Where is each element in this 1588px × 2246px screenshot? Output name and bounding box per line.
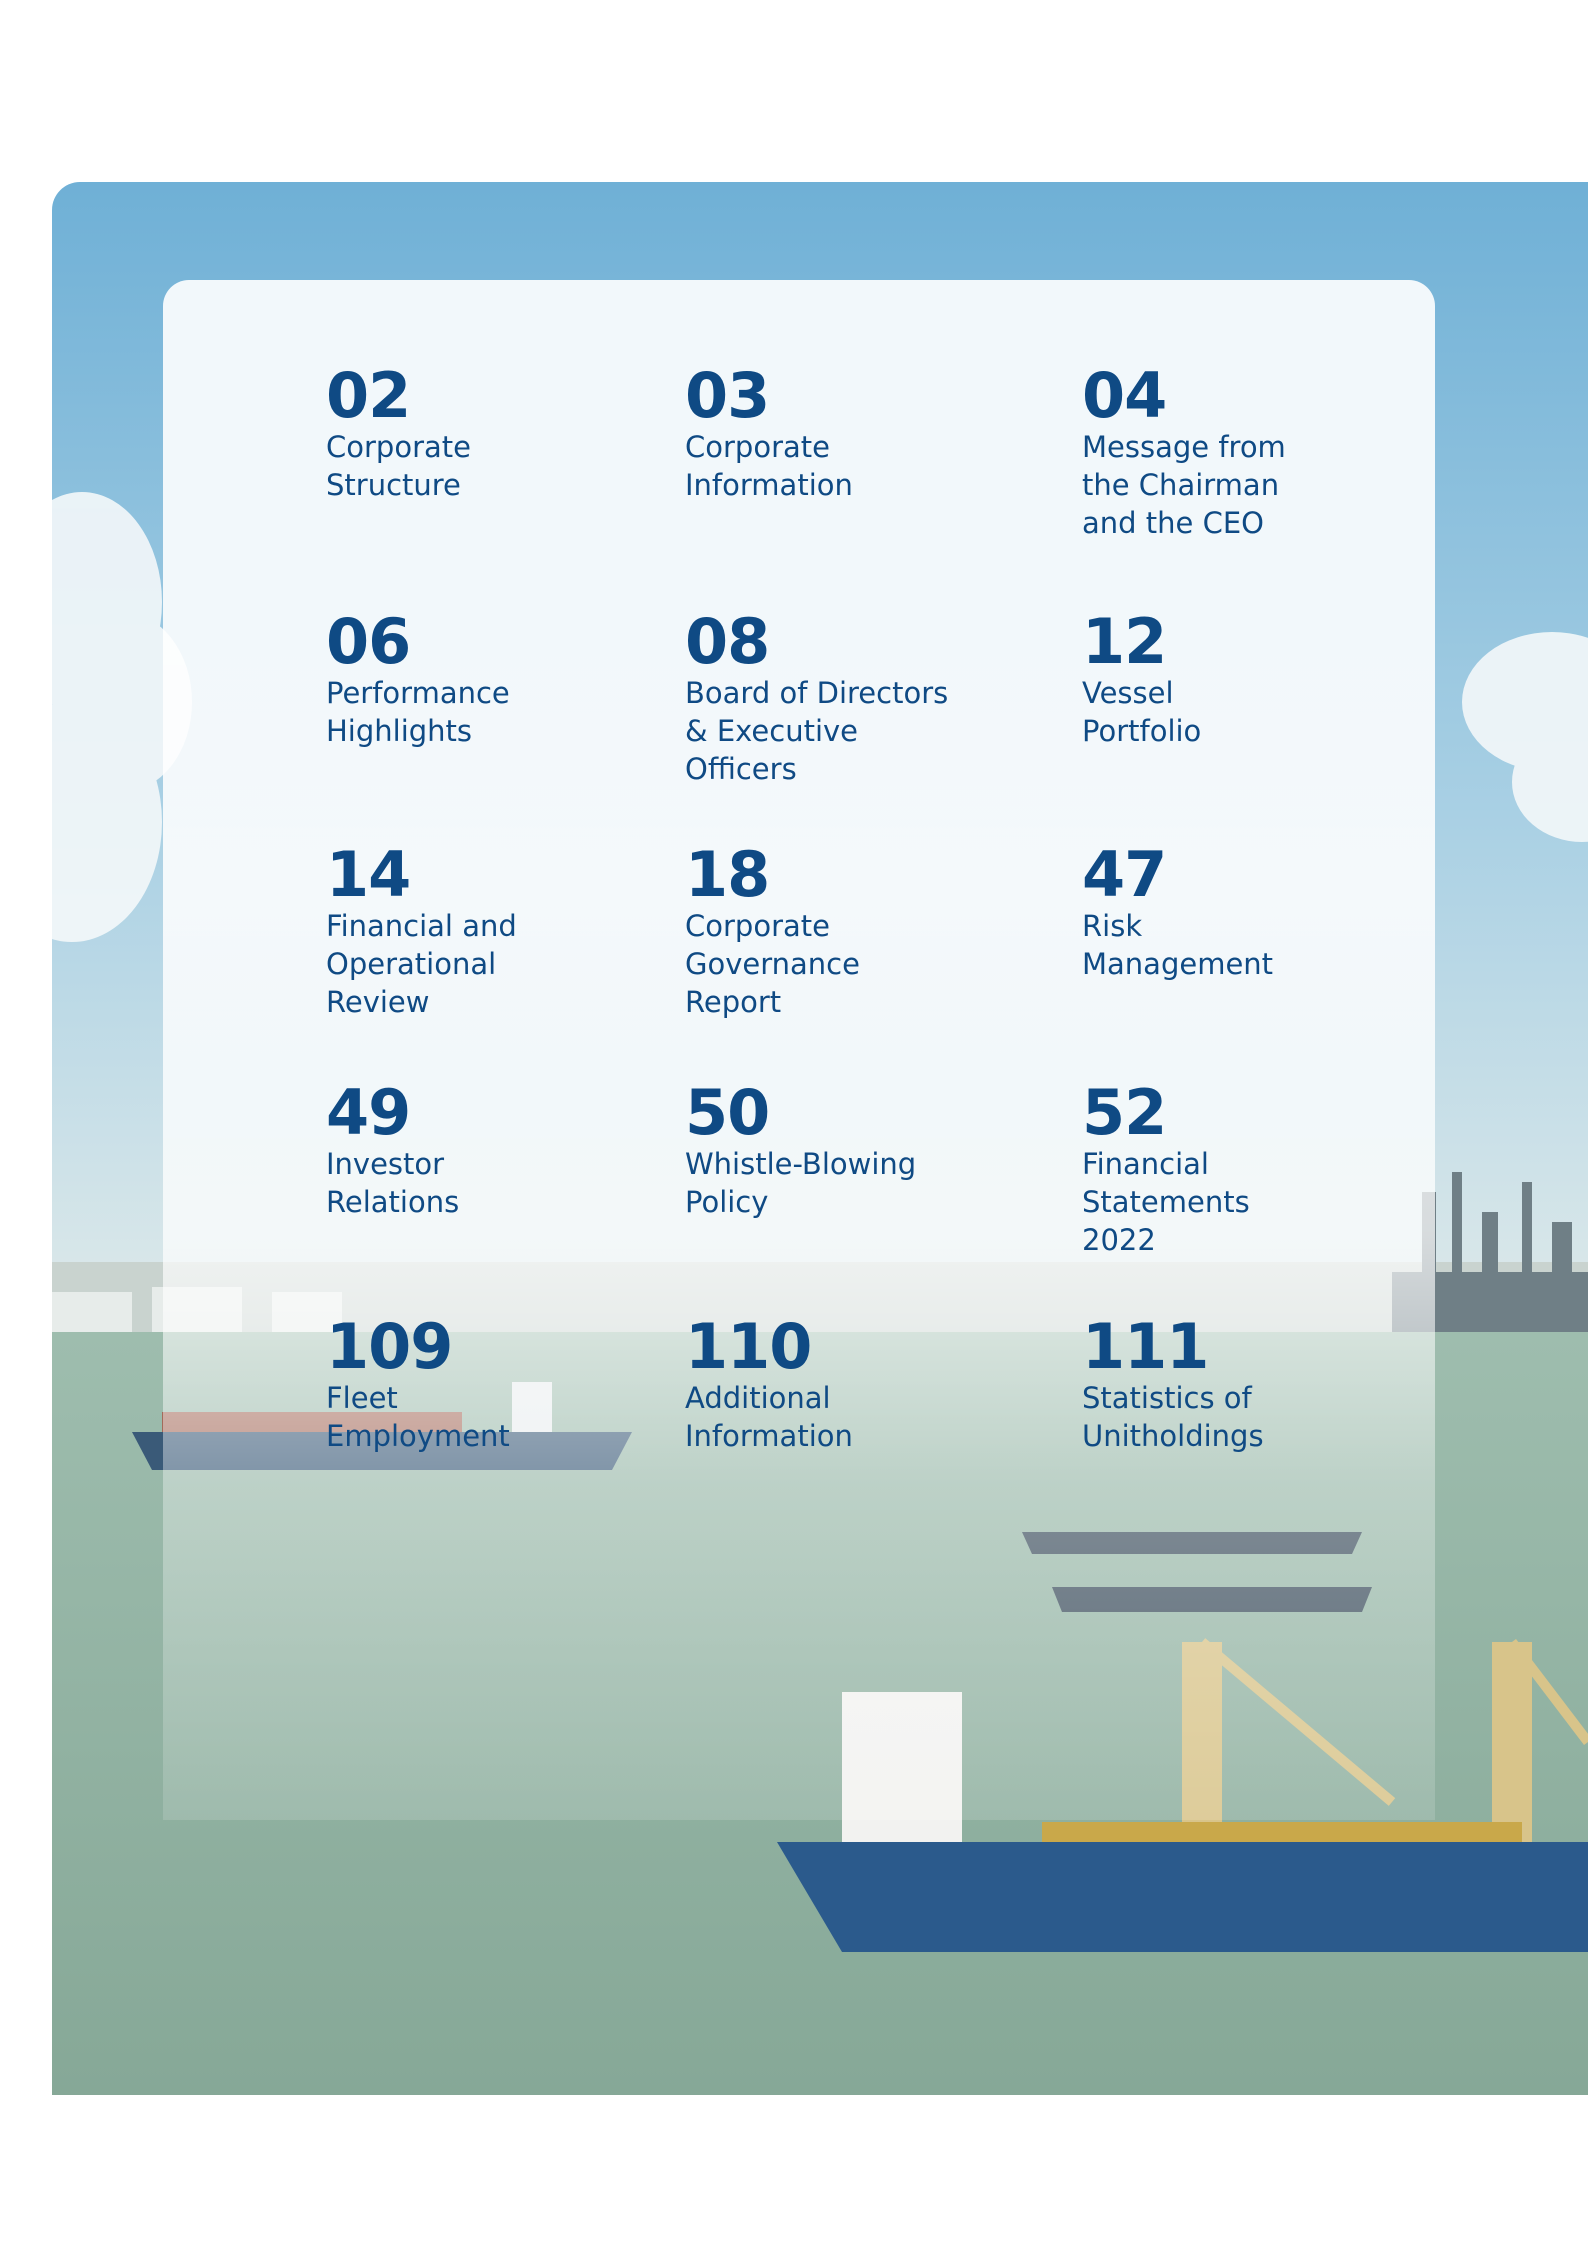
section-title: Fleet Employment [326, 1381, 510, 1453]
page-number: 110 [685, 1310, 812, 1383]
page-number: 50 [685, 1076, 770, 1149]
section-title: Corporate Governance Report [685, 909, 860, 1019]
page-number: 06 [326, 605, 411, 678]
toc-entry-statistics-of-unitholdings[interactable]: 111 Statistics of Unitholdings [1082, 1315, 1264, 1455]
page-number: 49 [326, 1076, 411, 1149]
toc-entry-fleet-employment[interactable]: 109 Fleet Employment [326, 1315, 510, 1455]
toc-entry-whistle-blowing-policy[interactable]: 50 Whistle-Blowing Policy [685, 1081, 916, 1221]
section-title: Vessel Portfolio [1082, 676, 1202, 748]
section-title: Board of Directors & Executive Officers [685, 676, 949, 786]
toc-entry-financial-review[interactable]: 14 Financial and Operational Review [326, 843, 517, 1021]
section-title: Risk Management [1082, 909, 1274, 981]
toc-entry-corporate-information[interactable]: 03 Corporate Information [685, 364, 853, 504]
toc-entry-board-of-directors[interactable]: 08 Board of Directors & Executive Office… [685, 610, 948, 788]
section-title: Investor Relations [326, 1147, 460, 1219]
section-title: Whistle-Blowing Policy [685, 1147, 917, 1219]
page-number: 02 [326, 359, 411, 432]
page-number: 52 [1082, 1076, 1167, 1149]
page-number: 18 [685, 838, 770, 911]
page-number: 47 [1082, 838, 1167, 911]
section-title: Statistics of Unitholdings [1082, 1381, 1264, 1453]
page-number: 111 [1082, 1310, 1209, 1383]
page-number: 08 [685, 605, 770, 678]
toc-entry-corporate-structure[interactable]: 02 Corporate Structure [326, 364, 471, 504]
page-number: 12 [1082, 605, 1167, 678]
page-number: 04 [1082, 359, 1167, 432]
section-title: Message from the Chairman and the CEO [1082, 430, 1286, 540]
toc-entry-chairman-ceo-message[interactable]: 04 Message from the Chairman and the CEO [1082, 364, 1286, 542]
section-title: Corporate Information [685, 430, 853, 502]
toc-entry-financial-statements[interactable]: 52 Financial Statements 2022 [1082, 1081, 1250, 1259]
page-number: 109 [326, 1310, 453, 1383]
section-title: Corporate Structure [326, 430, 471, 502]
section-title: Additional Information [685, 1381, 853, 1453]
toc-entry-vessel-portfolio[interactable]: 12 Vessel Portfolio [1082, 610, 1201, 750]
toc-entry-additional-information[interactable]: 110 Additional Information [685, 1315, 853, 1455]
toc-entry-risk-management[interactable]: 47 Risk Management [1082, 843, 1273, 983]
toc-entry-performance-highlights[interactable]: 06 Performance Highlights [326, 610, 510, 750]
section-title: Financial Statements 2022 [1082, 1147, 1250, 1257]
section-title: Financial and Operational Review [326, 909, 517, 1019]
section-title: Performance Highlights [326, 676, 510, 748]
page-number: 14 [326, 838, 411, 911]
page-number: 03 [685, 359, 770, 432]
toc-entry-investor-relations[interactable]: 49 Investor Relations [326, 1081, 459, 1221]
toc-entry-corporate-governance[interactable]: 18 Corporate Governance Report [685, 843, 860, 1021]
